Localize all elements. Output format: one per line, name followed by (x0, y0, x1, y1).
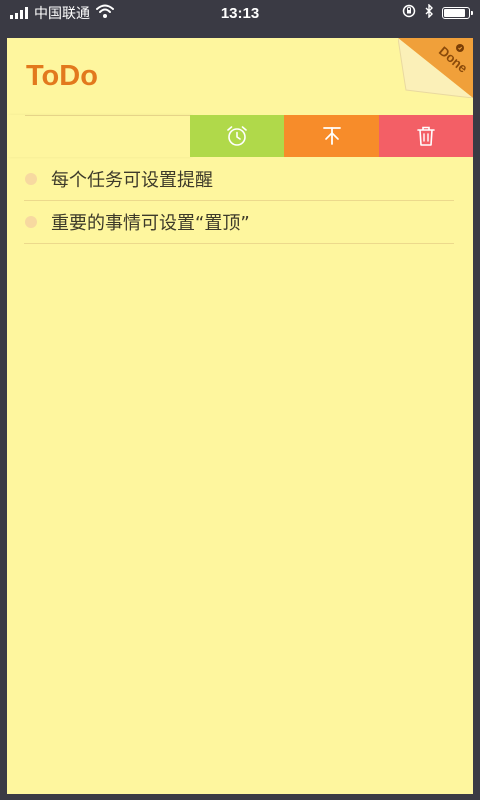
todo-text: 每个任务可设置提醒 (51, 170, 213, 191)
pin-to-top-button[interactable] (284, 115, 379, 157)
page-title: ToDo (26, 60, 98, 92)
swiped-todo-row[interactable] (7, 115, 473, 157)
status-bar-left: 中国联通 (10, 3, 170, 23)
orientation-lock-icon (402, 4, 416, 22)
status-bar: 中国联通 13:13 (0, 0, 480, 26)
delete-button[interactable] (379, 115, 473, 157)
bullet-dot-icon (25, 216, 37, 228)
wifi-icon (96, 4, 114, 22)
carrier-name: 中国联通 (34, 6, 90, 22)
done-corner-button[interactable]: Done (397, 38, 473, 99)
status-time: 13:13 (220, 4, 260, 22)
todo-note: ToDo Done 每个任务可设置提醒 重要的事情可设置“置顶” (7, 38, 473, 794)
todo-text: 重要的事情可设置“置顶” (51, 213, 250, 234)
alarm-clock-icon (227, 126, 247, 146)
status-bar-right (310, 3, 473, 22)
battery-icon (442, 7, 473, 19)
trash-icon (417, 126, 435, 146)
signal-bars-icon (10, 7, 28, 19)
bluetooth-icon (424, 3, 434, 22)
list-item[interactable]: 重要的事情可设置“置顶” (24, 201, 454, 244)
bullet-dot-icon (25, 173, 37, 185)
remind-button[interactable] (190, 115, 284, 157)
swiped-row-content[interactable] (7, 115, 190, 157)
list-item[interactable]: 每个任务可设置提醒 (24, 158, 454, 201)
pin-to-top-icon (322, 127, 341, 145)
